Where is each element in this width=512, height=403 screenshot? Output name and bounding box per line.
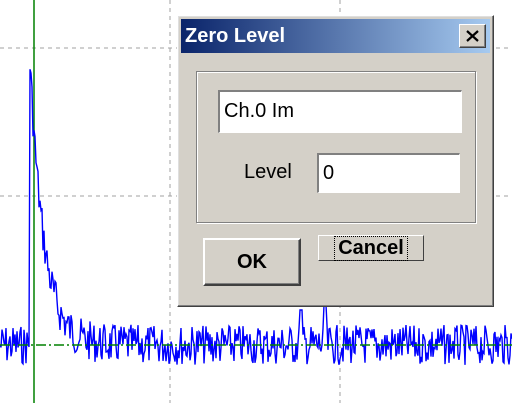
cancel-button-label: Cancel xyxy=(334,235,408,261)
close-button[interactable] xyxy=(459,24,486,48)
cancel-button[interactable]: Cancel xyxy=(318,235,424,261)
close-x-icon xyxy=(466,30,479,42)
dialog-title: Zero Level xyxy=(185,25,286,47)
dialog-titlebar[interactable]: Zero Level xyxy=(181,19,490,53)
ok-button[interactable]: OK xyxy=(203,238,301,286)
channel-name-field[interactable]: Ch.0 Im xyxy=(218,90,462,133)
zero-level-dialog: Zero Level Ch.0 Im Level 0 OK Cancel xyxy=(177,15,494,307)
level-input[interactable]: 0 xyxy=(317,153,460,193)
level-label: Level xyxy=(244,161,292,183)
